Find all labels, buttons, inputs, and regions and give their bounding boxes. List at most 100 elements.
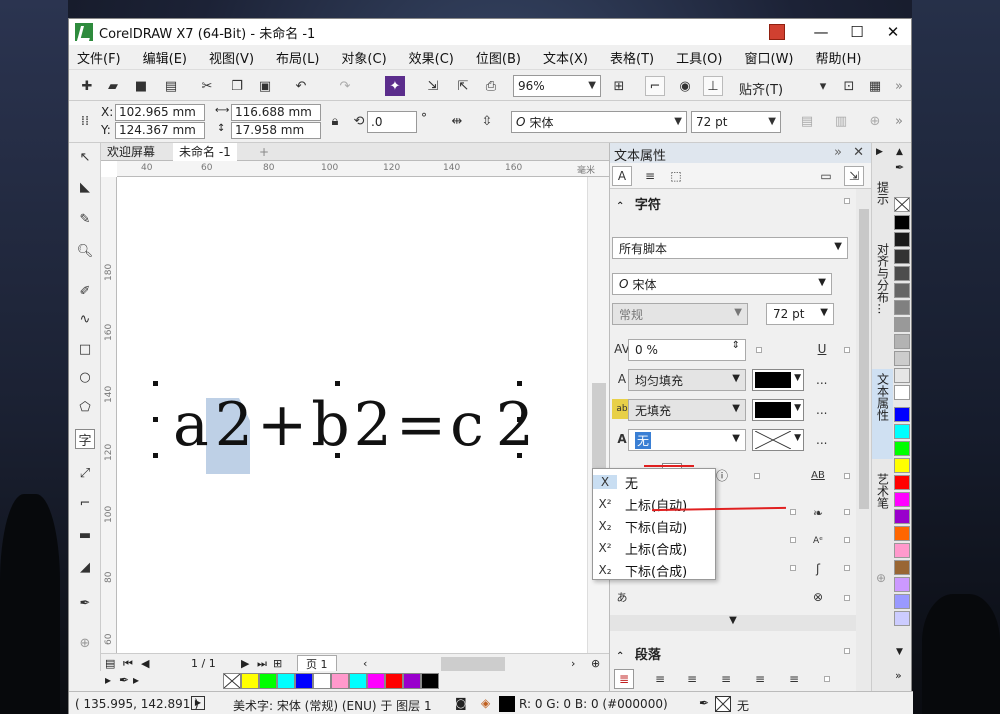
docker-scrollbar[interactable] (856, 189, 872, 691)
tab-hints[interactable]: 提示 (872, 177, 894, 233)
fill-more-button[interactable]: ... (816, 373, 827, 387)
next-page-icon[interactable]: ▶ (241, 657, 249, 670)
feature-checkbox[interactable] (844, 537, 850, 543)
outline-combo[interactable]: 无 ▼ (628, 429, 746, 451)
no-color-swatch[interactable] (223, 673, 241, 689)
prev-page-icon[interactable]: ◀ (141, 657, 149, 670)
drop-shadow-icon[interactable]: ▬ (75, 525, 95, 545)
close-button[interactable]: ✕ (875, 23, 911, 41)
paragraph-checkbox[interactable] (824, 676, 830, 682)
scrollbar-thumb[interactable] (592, 383, 606, 473)
text-tool-icon[interactable]: 字 (75, 429, 95, 449)
chevron-down-icon[interactable]: ▾ (813, 76, 833, 96)
corel-connect-icon[interactable]: ✦ (385, 76, 405, 96)
scroll-left-icon[interactable]: ‹ (363, 657, 367, 670)
vertical-scrollbar[interactable] (587, 177, 609, 653)
pick-tool-icon[interactable]: ↖ (75, 147, 95, 167)
zoom-tool-icon[interactable]: 🔍︎ (75, 241, 95, 261)
tab-artistic-media[interactable]: 艺术笔 (872, 469, 894, 543)
glyph-icon[interactable]: ⊗ (808, 587, 828, 607)
undo-icon[interactable]: ↶ (291, 76, 311, 96)
palette-swatch[interactable] (385, 673, 403, 689)
small-caps-icon[interactable]: AB (808, 465, 828, 485)
add-tab-button[interactable]: + (253, 143, 275, 161)
width-field[interactable]: 116.688 mm (231, 104, 321, 121)
tab-welcome-screen[interactable]: 欢迎屏幕 (101, 143, 161, 161)
export-icon[interactable]: ⇱ (453, 76, 473, 96)
outline-color-indicator[interactable] (715, 696, 731, 712)
menu-file[interactable]: 文件(F) (77, 48, 121, 67)
selection-handle[interactable] (153, 381, 158, 386)
first-page-icon[interactable]: ⏮ (123, 657, 133, 671)
view-mode-icon[interactable]: ◉ (675, 76, 695, 96)
feature-checkbox[interactable] (790, 565, 796, 571)
palette-color[interactable] (894, 215, 910, 230)
maximize-button[interactable]: ☐ (839, 23, 875, 41)
selection-handle[interactable] (517, 417, 522, 422)
toolbar-overflow-icon[interactable]: » (889, 76, 909, 96)
menu-view[interactable]: 视图(V) (209, 48, 254, 67)
palette-flyout-icon[interactable]: ▸ (133, 673, 139, 687)
docker-options-icon[interactable]: ⇲ (844, 166, 864, 186)
tabs-scroll-icon[interactable]: ▶ (876, 147, 883, 157)
ordinals-checkbox[interactable] (754, 473, 760, 479)
small-caps-checkbox[interactable] (844, 473, 850, 479)
palette-expand-icon[interactable]: » (895, 669, 902, 682)
background-more-button[interactable]: ... (816, 403, 827, 417)
palette-color[interactable] (894, 232, 910, 247)
add-docker-icon[interactable]: ⊕ (876, 571, 886, 585)
options-icon[interactable]: ⊡ (839, 76, 859, 96)
menu-bitmaps[interactable]: 位图(B) (476, 48, 521, 67)
palette-color[interactable] (894, 594, 910, 609)
palette-swatch[interactable] (313, 673, 331, 689)
align-left-icon[interactable]: ≡ (650, 669, 670, 689)
palette-color[interactable] (894, 266, 910, 281)
position-option-superscript-auto[interactable]: X² 上标(自动) (593, 493, 717, 515)
palette-swatch[interactable] (241, 673, 259, 689)
add-icon[interactable]: ⊕ (865, 111, 885, 131)
menu-edit[interactable]: 编辑(E) (143, 48, 187, 67)
stylistic-alternates-icon[interactable]: Aᵉ (808, 531, 828, 551)
drawing-page[interactable]: a 2 + b 2 = c 2 (117, 177, 587, 653)
open-folder-icon[interactable]: ▰ (103, 76, 123, 96)
kerning-checkbox[interactable] (756, 347, 762, 353)
paragraph-mode-icon[interactable]: ≡ (640, 166, 660, 186)
tab-text-properties[interactable]: 文本属性 (872, 369, 894, 459)
expand-more-icon[interactable]: ▼ (610, 615, 856, 631)
scroll-right-icon[interactable]: › (571, 657, 575, 670)
page-settings-icon[interactable]: ▤ (105, 657, 115, 670)
mirror-horizontal-icon[interactable]: ⇹ (447, 111, 467, 131)
palette-swatch[interactable] (295, 673, 313, 689)
feature-checkbox[interactable] (790, 509, 796, 515)
palette-color[interactable] (894, 611, 910, 626)
docker-font-combo[interactable]: O 宋体 ▼ (612, 273, 832, 295)
shape-tool-icon[interactable]: ◣ (75, 177, 95, 197)
selection-handle[interactable] (153, 417, 158, 422)
palette-color[interactable] (894, 509, 910, 524)
position-option-superscript-synth[interactable]: X² 上标(合成) (593, 537, 717, 559)
selection-handle[interactable] (335, 453, 340, 458)
snap-icon[interactable]: ⊥ (703, 76, 723, 96)
feature-checkbox[interactable] (844, 595, 850, 601)
no-color-swatch[interactable] (894, 197, 910, 212)
object-origin-icon[interactable]: ⁞⁞ (75, 111, 95, 131)
background-color-picker[interactable]: ▼ (752, 399, 804, 421)
palette-color[interactable] (894, 543, 910, 558)
underline-icon[interactable]: U (812, 339, 832, 359)
dimension-tool-icon[interactable]: ⤢ (75, 463, 95, 483)
transparency-tool-icon[interactable]: ◢ (75, 557, 95, 577)
menu-layout[interactable]: 布局(L) (276, 48, 319, 67)
feature-checkbox[interactable] (790, 537, 796, 543)
character-section-header[interactable]: ⌃ 字符 (610, 191, 856, 213)
palette-menu-icon[interactable]: ▸ (105, 673, 111, 687)
last-page-icon[interactable]: ⏭ (257, 657, 267, 671)
import-icon[interactable]: ⇲ (423, 76, 443, 96)
paragraph-section-header[interactable]: ⌃ 段落 (610, 641, 856, 663)
palette-color[interactable] (894, 492, 910, 507)
palette-color[interactable] (894, 560, 910, 575)
historical-forms-icon[interactable]: あ (612, 587, 632, 607)
section-checkbox[interactable] (844, 198, 850, 204)
menu-window[interactable]: 窗口(W) (745, 48, 794, 67)
document-color-icon[interactable]: ◙ (455, 696, 467, 710)
align-right-icon[interactable]: ≡ (716, 669, 736, 689)
